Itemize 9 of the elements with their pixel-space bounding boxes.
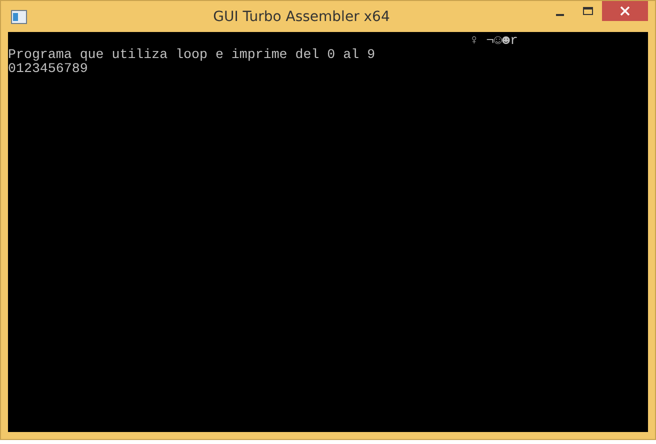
console-line: Programa que utiliza loop e imprime del 0 al 9 [8,48,376,62]
maximize-icon [583,6,593,16]
console-window-icon [11,10,27,24]
console-line: ♀ ¬☺☻r [469,34,519,48]
close-button[interactable] [602,1,648,21]
window-title: GUI Turbo Assembler x64 [212,8,391,24]
console-line: 0123456789 [8,62,89,76]
minimize-icon [556,14,564,16]
close-icon [619,5,631,17]
